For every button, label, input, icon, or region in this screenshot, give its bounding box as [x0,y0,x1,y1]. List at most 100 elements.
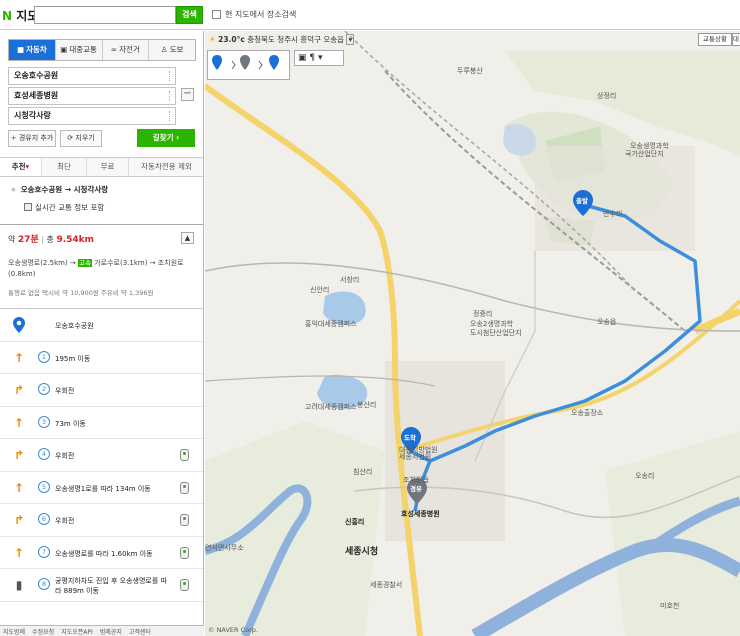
drag-handle-icon[interactable] [169,91,171,101]
remove-waypoint-button[interactable]: − [181,88,194,101]
map-place-label[interactable]: 두루봉산 [457,66,483,76]
map-place-label[interactable]: 서창리 [340,275,359,285]
start-marker[interactable]: 출발 [573,190,593,216]
origin-value: 오송호수공원 [14,71,59,80]
map-place-label[interactable]: 신안리 [310,285,329,295]
waypoint-field[interactable]: 효성세종병원 [8,87,176,105]
straight-arrow-icon: ↑ [13,480,25,495]
tab-transit[interactable]: ▣ 대중교통 [55,40,103,60]
map-place-label[interactable]: 만수리 [603,209,622,219]
bus-icon[interactable]: ▣ [298,53,307,63]
search-button[interactable]: 검색 [176,6,203,24]
straight-arrow-icon: ↑ [13,545,25,560]
route-option-tabs: 추천▾ 최단 무료 자동차전용 제외 [0,157,203,177]
map-place-label[interactable]: 오송리 [635,471,654,481]
footer-edit-request[interactable]: 수정요청 [32,627,54,636]
map-place-label[interactable]: 세종경찰서 [370,580,402,590]
turn-right-icon: ↱ [13,513,25,527]
traffic-camera-icon[interactable] [180,514,189,526]
map-canvas[interactable]: ☀ 23.0°c 충청북도 청주시 흥덕구 오송읍 ▾ 교통상황 대 ▣ ¶ ▾… [205,31,740,636]
step-number: 6 [38,513,50,525]
map-place-label[interactable]: 정중리 [473,309,492,319]
map-place-label[interactable]: 고려대세종캠퍼스 [305,402,357,412]
map-place-label[interactable]: 조치원읍 [403,475,429,485]
step-number: 7 [38,545,50,558]
traffic-camera-icon[interactable] [180,579,189,591]
footer-notice[interactable]: 범례공지 [100,627,122,636]
restaurant-icon[interactable]: ¶ [309,53,315,63]
find-route-button[interactable]: 길찾기 › [137,129,195,147]
step-start[interactable]: 오송호수공원 [0,309,203,342]
map-place-label[interactable]: 신흥리 [345,517,364,527]
route-tools [207,50,290,80]
search-input[interactable] [34,6,176,24]
map-place-label[interactable]: 상정리 [597,91,616,101]
live-traffic-label: 실시간 교통 정보 포함 [35,203,105,212]
arrow-right-icon: › [176,133,180,142]
map-place-label[interactable]: 세종시법원 [399,452,431,462]
drag-handle-icon[interactable] [169,111,171,121]
origin-field[interactable]: 오송호수공원 [8,67,176,85]
refresh-icon: ⟳ [67,134,74,142]
tab-shortest[interactable]: 최단 [42,158,87,176]
tab-free[interactable]: 무료 [87,158,129,176]
step-row[interactable]: ↑ 3 73m 이동 [0,407,203,439]
layer-toggle-button[interactable]: 대 [732,33,740,46]
tab-exclude-expressway[interactable]: 자동차전용 제외 [129,158,203,176]
map-place-label[interactable]: 침산리 [353,467,372,477]
tab-bike[interactable]: ∞ 자전거 [102,40,150,60]
route-title-text: 오송호수공원 → 시청각사랑 [20,185,109,194]
traffic-camera-icon[interactable] [180,449,189,461]
destination-field[interactable]: 시청각사랑 [8,107,176,125]
map-place-label[interactable]: 연서면사무소 [205,543,244,553]
map-place-label[interactable]: 효성세종병원 [401,509,440,519]
step-row[interactable]: ↑ 7 오송생명로를 따라 1.60km 이동 [0,537,203,569]
map-place-label[interactable]: 홍익대세종캠퍼스 [305,319,357,329]
collapse-button[interactable]: ▲ [181,232,194,244]
bus-icon: ▣ [60,45,68,54]
star-icon[interactable]: ★ [10,185,17,194]
step-row[interactable]: ▮ 8 궁평지하차도 진입 후 오송생명로를 따라 889m 이동 [0,569,203,602]
step-row[interactable]: ↱ 6 우회전 [0,504,203,537]
map-place-label[interactable]: 국가산업단지 [625,149,664,159]
map-place-label[interactable]: 오송출장소 [571,408,603,418]
find-route-label: 길찾기 [152,133,174,142]
step-row[interactable]: ↑ 5 오송생명1로를 따라 134m 이동 [0,472,203,504]
add-waypoint-button[interactable]: + 경유지 추가 [8,130,56,147]
traffic-camera-icon[interactable] [180,481,189,494]
weather-temp: 23.0°c [218,35,245,44]
footer-open-api[interactable]: 지도오픈API [61,627,93,636]
dropdown-icon[interactable]: ▾ [346,34,355,45]
step-number: 3 [38,415,50,428]
area-search-checkbox[interactable] [212,10,221,19]
weather-location: 충청북도 청주시 흥덕구 오송읍 [247,35,345,44]
road-segment-b: 가로수로(3.1km) → 조치원로 [94,259,184,267]
traffic-toggle-button[interactable]: 교통상황 [698,33,732,46]
destination-value: 시청각사랑 [14,111,51,120]
step-list: 오송호수공원 ↑ 1 195m 이동 ↱ 2 우회전 ↑ 3 73m 이동 ↱ 4 우회전 ↑ 5 오송생명… [0,309,203,602]
logo[interactable]: N 지도 [2,7,38,24]
live-traffic-checkbox[interactable] [24,203,32,211]
map-place-label[interactable]: 도시첨단산업단지 [470,328,522,338]
step-row[interactable]: ↱ 4 우회전 [0,439,203,472]
walk-icon: ♙ [160,45,168,54]
straight-arrow-icon: ↑ [13,415,25,430]
drag-handle-icon[interactable] [169,71,171,81]
tab-walk[interactable]: ♙ 도보 [149,40,195,60]
map-place-label[interactable]: 미호천 [660,601,679,611]
tab-car[interactable]: ■ 자동차 [9,40,56,60]
weather-bar: ☀ 23.0°c 충청북도 청주시 흥덕구 오송읍 ▾ [209,34,355,45]
clear-button[interactable]: ⟳ 지우기 [60,130,102,147]
footer-legend[interactable]: 지도범례 [3,627,25,636]
map-place-label[interactable]: 오송읍 [597,317,616,327]
step-row[interactable]: ↱ 2 우회전 [0,374,203,407]
traffic-camera-icon[interactable] [180,546,189,559]
map-place-label[interactable]: 봉산리 [357,400,376,410]
step-row[interactable]: ↑ 1 195m 이동 [0,342,203,374]
map-place-label[interactable]: 세종시청 [345,544,378,557]
more-icon[interactable]: ▾ [318,53,323,63]
selected-route-title[interactable]: ★ 오송호수공원 → 시청각사랑 [10,184,108,195]
tab-recommended[interactable]: 추천▾ [0,158,42,176]
footer-links: 지도범례 수정요청 지도오픈API 범례공지 고객센터 [0,625,204,636]
footer-support[interactable]: 고객센터 [129,627,151,636]
